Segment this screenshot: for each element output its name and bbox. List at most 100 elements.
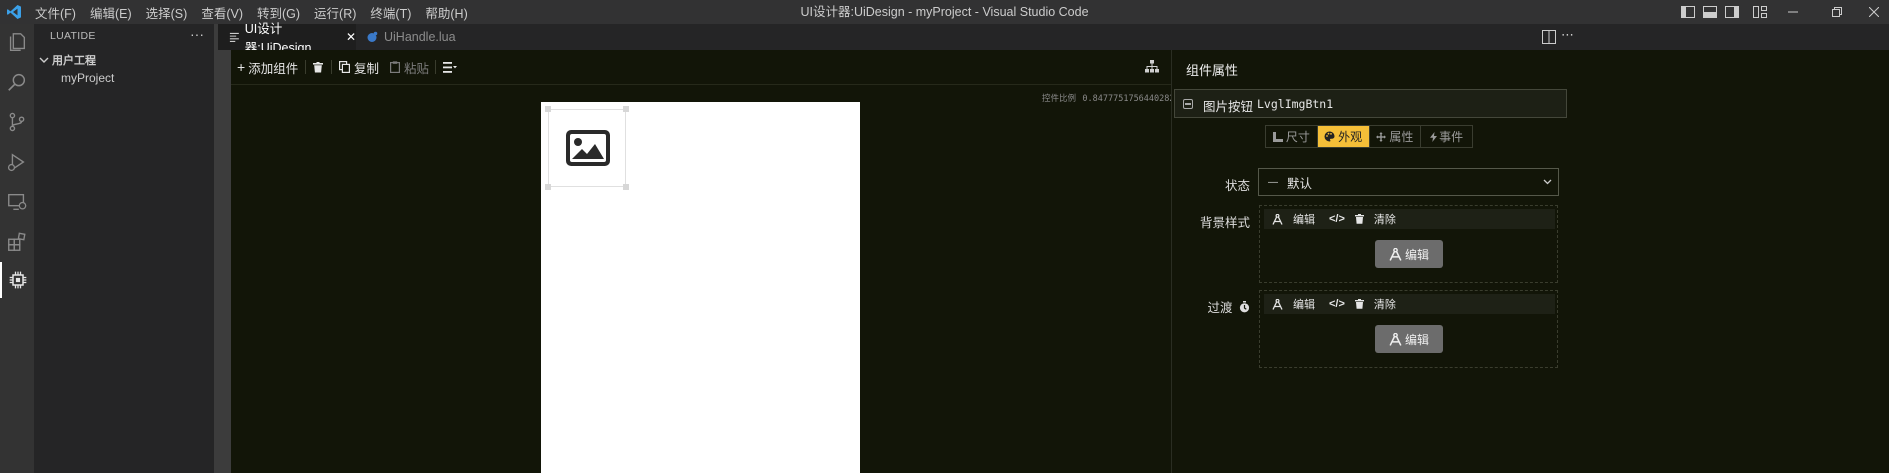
compass-icon (1389, 332, 1402, 346)
transition-edit-button[interactable]: 编辑 (1375, 325, 1443, 353)
palette-icon (1324, 131, 1335, 142)
menu-terminal[interactable]: 终端(T) (363, 3, 418, 22)
plus-icon: + (237, 59, 246, 75)
transition-clear-label: 清除 (1373, 299, 1396, 311)
extensions-icon[interactable] (0, 224, 34, 260)
component-header: 图片按钮 LvglImgBtn1 (1174, 89, 1567, 118)
close-window-button[interactable] (1859, 0, 1889, 24)
add-component-button[interactable]: + 添加组件 (237, 59, 299, 76)
tab-close-button[interactable]: ✕ (346, 30, 356, 44)
component-icon (1183, 99, 1193, 109)
editor-more-icon[interactable]: ⋯ (1561, 27, 1574, 43)
transition-actions: 编辑 </> 清除 (1264, 294, 1555, 314)
menu-selection[interactable]: 选择(S) (139, 3, 195, 22)
delete-button[interactable] (313, 59, 323, 75)
image-icon (566, 130, 610, 166)
bg-clear-action[interactable]: 清除 (1354, 211, 1396, 227)
split-editor-icon[interactable] (1542, 30, 1556, 44)
chevron-down-icon (1543, 179, 1552, 185)
search-icon[interactable] (0, 64, 34, 100)
resize-handle[interactable] (623, 184, 629, 190)
tab-events[interactable]: 事件 (1421, 126, 1472, 147)
more-actions-button[interactable]: ··· (190, 26, 204, 42)
explorer-icon[interactable] (0, 24, 34, 60)
luatide-chip-icon[interactable] (0, 262, 34, 298)
toggle-sidebar-icon[interactable] (1677, 0, 1699, 24)
transition-clear-action[interactable]: 清除 (1354, 296, 1396, 312)
transition-label: 过渡 (1207, 301, 1233, 315)
menu-edit[interactable]: 编辑(E) (83, 3, 139, 22)
ruler-icon (1272, 131, 1283, 142)
copy-icon (339, 61, 350, 73)
tab-appearance-label: 外观 (1338, 130, 1363, 144)
menu-view[interactable]: 查看(V) (194, 3, 250, 22)
state-label: 状态 (1224, 179, 1250, 193)
background-style-actions: 编辑 </> 清除 (1264, 209, 1555, 229)
menu-help[interactable]: 帮助(H) (418, 3, 474, 22)
state-select[interactable]: — 默认 (1258, 168, 1559, 196)
tab-appearance[interactable]: 外观 (1317, 126, 1370, 147)
paste-button[interactable]: 粘贴 (390, 59, 430, 76)
copy-label: 复制 (354, 61, 380, 76)
bg-code-action[interactable]: </> (1329, 213, 1345, 225)
background-edit-label: 编辑 (1404, 247, 1429, 262)
remote-explorer-icon[interactable] (0, 184, 34, 220)
background-style-label: 背景样式 (1199, 216, 1250, 230)
copy-button[interactable]: 复制 (339, 59, 380, 76)
align-icon (443, 61, 457, 73)
tab-attributes[interactable]: 属性 (1370, 126, 1422, 147)
restore-icon (1832, 7, 1842, 17)
image-button-widget[interactable] (548, 109, 626, 187)
background-edit-button[interactable]: 编辑 (1375, 240, 1443, 268)
compass-icon (1272, 298, 1283, 310)
designer-toolbar: + 添加组件 复制 粘贴 (231, 50, 1171, 85)
sidebar-sash[interactable] (214, 24, 231, 473)
menu-file[interactable]: 文件(F) (28, 3, 83, 22)
add-component-label: 添加组件 (248, 61, 299, 76)
resize-handle[interactable] (623, 106, 629, 112)
tree-item-myproject[interactable]: myProject (61, 71, 114, 85)
customize-layout-icon[interactable] (1749, 0, 1771, 24)
minimize-button[interactable] (1771, 0, 1815, 24)
toggle-panel-icon[interactable] (1699, 0, 1721, 24)
resize-handle[interactable] (545, 106, 551, 112)
bg-clear-label: 清除 (1373, 214, 1396, 226)
tab-ui-designer[interactable]: UI设计器:UiDesign ✕ (218, 22, 356, 55)
close-icon (1869, 7, 1879, 17)
lines-icon (229, 32, 239, 43)
toggle-secondary-sidebar-icon[interactable] (1721, 0, 1743, 24)
bg-edit-action[interactable]: 编辑 (1272, 211, 1315, 227)
background-style-group: 编辑 </> 清除 编辑 (1259, 205, 1558, 283)
tab-size-label: 尺寸 (1285, 130, 1310, 144)
scale-label: 控件比例 (1042, 93, 1077, 103)
tab-uihandle-label: UiHandle.lua (384, 30, 456, 44)
tab-events-label: 事件 (1439, 130, 1464, 144)
move-icon (1376, 131, 1387, 142)
toolbar-divider (435, 60, 436, 74)
compass-icon (1272, 213, 1283, 225)
run-debug-icon[interactable] (0, 144, 34, 180)
component-type: 图片按钮 (1203, 100, 1254, 114)
transition-edit-label: 编辑 (1293, 299, 1315, 311)
paste-label: 粘贴 (404, 61, 430, 76)
chevron-down-icon (39, 57, 49, 63)
trash-icon (1354, 299, 1364, 309)
property-tabs: 尺寸 外观 属性 事件 (1265, 125, 1473, 148)
hierarchy-icon[interactable] (1145, 60, 1159, 73)
tab-uihandle-lua[interactable]: UiHandle.lua (356, 24, 486, 50)
transition-code-action[interactable]: </> (1329, 298, 1345, 310)
sidebar-header: LUATIDE (50, 30, 96, 42)
project-section-label: 用户工程 (52, 55, 96, 67)
resize-handle[interactable] (545, 184, 551, 190)
source-control-icon[interactable] (0, 104, 34, 140)
align-menu-button[interactable] (443, 59, 457, 75)
tab-size[interactable]: 尺寸 (1266, 126, 1318, 147)
transition-label-row: 过渡 (1180, 297, 1250, 316)
transition-edit-action[interactable]: 编辑 (1272, 296, 1315, 312)
bolt-icon (1430, 131, 1438, 142)
scale-value: 0.8477751756440282 (1082, 94, 1175, 104)
lua-file-icon (367, 31, 378, 42)
restore-button[interactable] (1815, 0, 1859, 24)
project-section-header[interactable]: 用户工程 (38, 52, 96, 68)
scale-readout: 控件比例 0.8477751756440282 (1042, 92, 1175, 104)
